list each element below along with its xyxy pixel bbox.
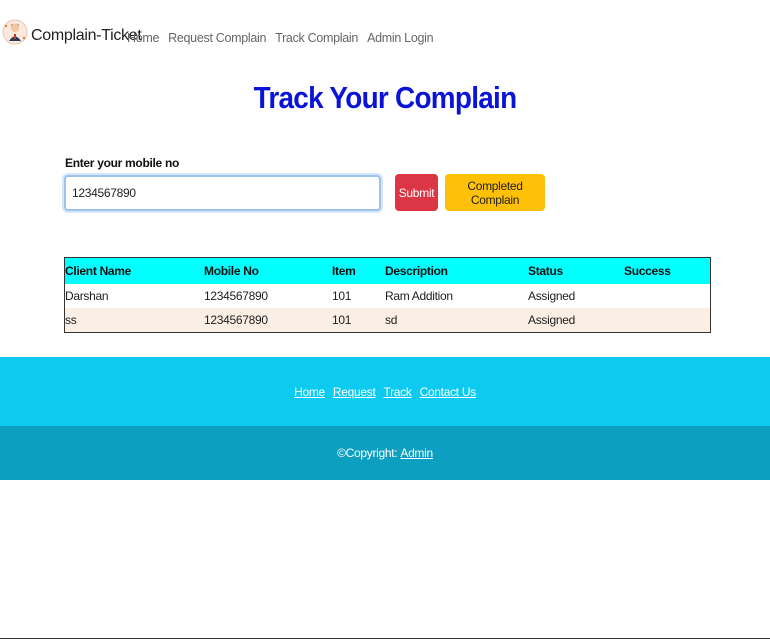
footer-link-request[interactable]: Request — [333, 385, 376, 399]
footer-link-track[interactable]: Track — [384, 385, 412, 399]
cell-success — [624, 308, 710, 332]
nav-link-admin-login[interactable]: Admin Login — [367, 31, 434, 45]
nav-links: Home Request Complain Track Complain Adm… — [127, 31, 442, 45]
brand-name[interactable]: Complain-Ticket — [31, 27, 142, 45]
cell-status: Assigned — [528, 289, 575, 303]
cell-description: sd — [385, 313, 398, 327]
navbar: Complain-Ticket Home Request Complain Tr… — [0, 14, 770, 62]
cell-client-name: ss — [65, 313, 77, 327]
cell-description: Ram Addition — [385, 289, 453, 303]
cell-item: 101 — [332, 313, 352, 327]
cell-status: Assigned — [528, 313, 575, 327]
header-item: Item — [332, 264, 356, 278]
cell-client-name: Darshan — [65, 289, 109, 303]
nav-link-request-complain[interactable]: Request Complain — [168, 31, 266, 45]
header-status: Status — [528, 264, 563, 278]
header-success: Success — [624, 264, 671, 278]
copyright-bar: ©Copyright: Admin — [0, 426, 770, 480]
table-row: Darshan 1234567890 101 Ram Addition Assi… — [65, 284, 710, 308]
mobile-field-label: Enter your mobile no — [65, 156, 180, 170]
bottom-divider — [0, 638, 770, 639]
submit-button[interactable]: Submit — [395, 174, 438, 211]
cell-mobile-no: 1234567890 — [204, 313, 268, 327]
table-header-row: Client Name Mobile No Item Description S… — [65, 258, 710, 284]
page-title: Track Your Complain — [253, 80, 518, 115]
header-client-name: Client Name — [65, 264, 132, 278]
user-avatar-logo-icon[interactable] — [2, 14, 28, 54]
cell-item: 101 — [332, 289, 352, 303]
footer-link-home[interactable]: Home — [294, 385, 325, 399]
completed-complain-button[interactable]: Completed Complain — [445, 174, 545, 211]
table-row: ss 1234567890 101 sd Assigned — [65, 308, 710, 332]
nav-link-home[interactable]: Home — [127, 31, 159, 45]
header-mobile-no: Mobile No — [204, 264, 259, 278]
header-description: Description — [385, 264, 448, 278]
footer-links-bar: Home Request Track Contact Us — [0, 357, 770, 426]
nav-link-track-complain[interactable]: Track Complain — [275, 31, 358, 45]
mobile-input[interactable] — [64, 175, 381, 211]
copyright-admin-link[interactable]: Admin — [400, 446, 433, 460]
cell-mobile-no: 1234567890 — [204, 289, 268, 303]
cell-success — [624, 284, 710, 308]
copyright-text: ©Copyright: — [337, 446, 398, 460]
footer-link-contact-us[interactable]: Contact Us — [420, 385, 477, 399]
complain-table: Client Name Mobile No Item Description S… — [64, 257, 711, 333]
